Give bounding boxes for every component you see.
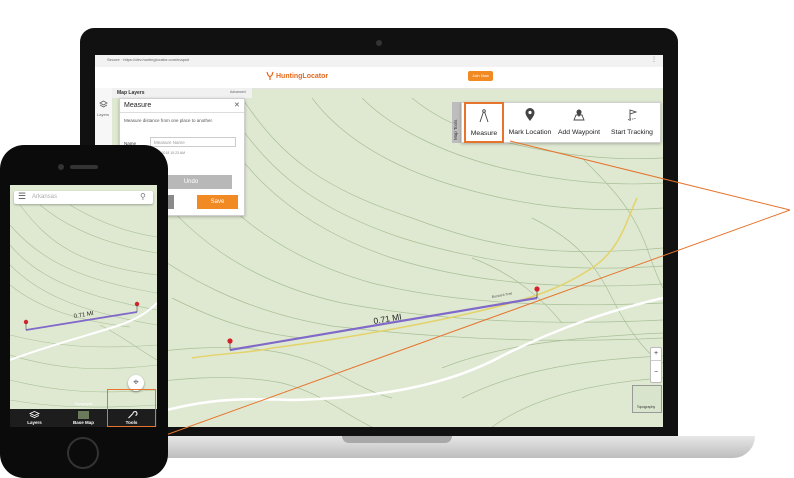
- tab-layers-label: Layers: [27, 420, 42, 425]
- tab-base-map[interactable]: Topography Base Map: [59, 402, 108, 427]
- phone-speaker: [70, 165, 98, 169]
- hamburger-menu-icon[interactable]: ☰: [18, 191, 26, 202]
- wrench-icon: [128, 411, 138, 419]
- phone-search-bar[interactable]: ☰ Arkansas ⚲: [14, 191, 153, 204]
- tab-layers[interactable]: Layers: [10, 409, 59, 427]
- phone-camera: [58, 164, 64, 170]
- phone-home-button[interactable]: [67, 437, 99, 469]
- tab-base-map-label: Base Map: [72, 420, 94, 425]
- phone-tab-bar: Layers Topography Base Map Tools: [10, 389, 157, 427]
- tab-base-map-sublabel: Topography: [74, 402, 93, 406]
- basemap-thumbnail-icon: [78, 411, 89, 419]
- layers-icon: [29, 411, 40, 418]
- phone-device: 0.71 MI ☰ Arkansas ⚲ ⌖ Layers Topography…: [0, 145, 168, 478]
- tab-tools-label: Tools: [125, 420, 138, 425]
- search-icon[interactable]: ⚲: [140, 192, 146, 201]
- phone-search-input[interactable]: Arkansas: [32, 194, 57, 200]
- tab-tools[interactable]: Tools: [107, 389, 156, 427]
- phone-screen: 0.71 MI ☰ Arkansas ⚲ ⌖ Layers Topography…: [10, 185, 157, 427]
